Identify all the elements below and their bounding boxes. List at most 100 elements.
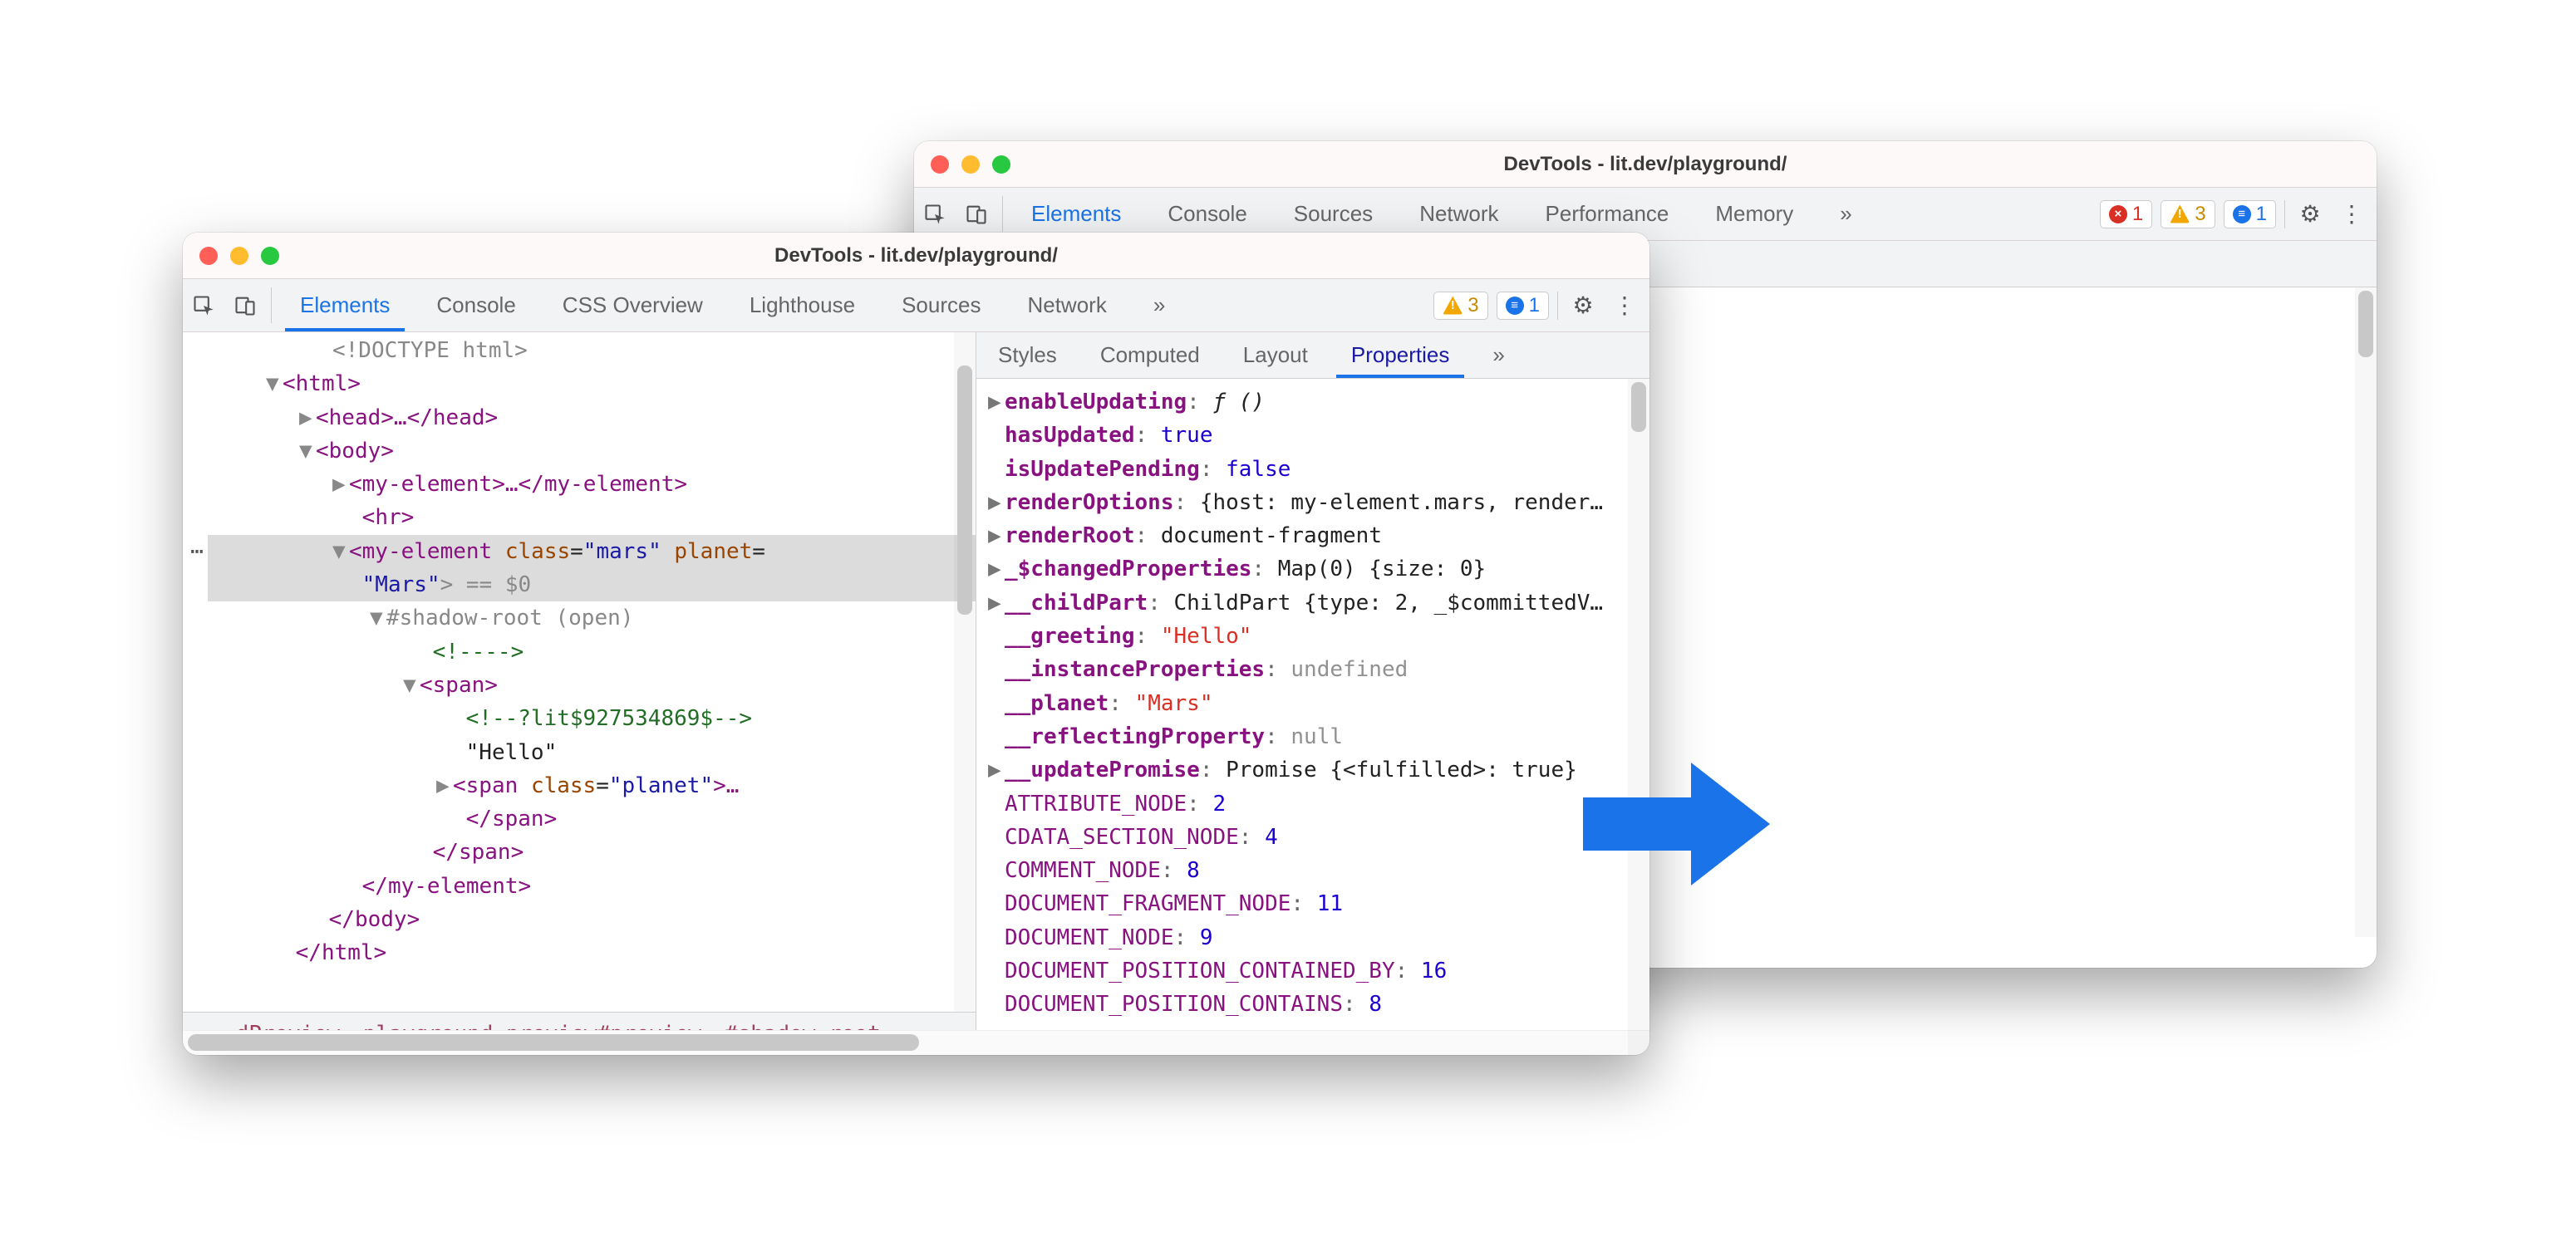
property-row[interactable]: __greeting: "Hello" — [981, 620, 1644, 653]
expand-icon[interactable]: ▶ — [988, 552, 1001, 586]
property-value: 16 — [1421, 959, 1447, 984]
tab-lighthouse[interactable]: Lighthouse — [726, 279, 878, 331]
property-row[interactable]: hasUpdated: true — [981, 419, 1644, 452]
warning-icon: ! — [1443, 297, 1463, 315]
dom-node[interactable]: </span> — [208, 836, 976, 869]
zoom-icon[interactable] — [261, 247, 279, 265]
tabs-overflow-icon[interactable]: » — [1816, 188, 1875, 240]
close-icon[interactable] — [931, 155, 949, 174]
scrollbar-vertical[interactable] — [954, 332, 976, 1012]
subtab-computed[interactable]: Computed — [1079, 332, 1222, 378]
property-value: 11 — [1317, 891, 1343, 916]
property-key: enableUpdating — [1005, 390, 1187, 415]
dom-node[interactable]: ▼<html> — [208, 367, 976, 400]
dom-tree[interactable]: <!DOCTYPE html> ▼<html> ▶<head>…</head> … — [183, 332, 976, 1012]
dom-node[interactable]: <!----> — [208, 635, 976, 669]
dom-node[interactable]: </span> — [208, 802, 976, 836]
dom-node[interactable]: <hr> — [208, 501, 976, 534]
property-key: renderOptions — [1005, 490, 1174, 515]
subtab-layout[interactable]: Layout — [1222, 332, 1330, 378]
close-icon[interactable] — [199, 247, 218, 265]
error-badge[interactable]: ×1 — [2100, 200, 2152, 228]
expand-icon[interactable]: ▶ — [988, 486, 1001, 519]
property-row[interactable]: ATTRIBUTE_NODE: 2 — [981, 787, 1644, 821]
property-row[interactable]: DOCUMENT_FRAGMENT_NODE: 11 — [981, 887, 1644, 920]
message-badge[interactable]: ≡1 — [1497, 292, 1549, 320]
dom-node[interactable]: ▶<span class="planet">… — [208, 769, 976, 802]
dom-node[interactable]: <!DOCTYPE html> — [208, 334, 976, 367]
property-row[interactable]: __reflectingProperty: null — [981, 720, 1644, 753]
tab-elements[interactable]: Elements — [277, 279, 413, 331]
property-key: isUpdatePending — [1005, 457, 1200, 482]
warning-badge[interactable]: !3 — [2161, 200, 2215, 228]
device-toggle-icon[interactable] — [224, 279, 266, 331]
dom-node[interactable]: <!--?lit$927534869$--> — [208, 702, 976, 735]
window-title: DevTools - lit.dev/playground/ — [914, 153, 2377, 176]
kebab-menu-icon[interactable]: ⋮ — [2335, 200, 2368, 228]
expand-icon[interactable]: ▶ — [988, 753, 1001, 787]
expand-icon[interactable]: ▶ — [988, 519, 1001, 552]
ellipsis-icon[interactable]: ⋯ — [188, 535, 206, 568]
property-key: __updatePromise — [1005, 758, 1200, 782]
property-value: "Mars" — [1135, 691, 1213, 716]
property-row[interactable]: __planet: "Mars" — [981, 687, 1644, 720]
message-badge[interactable]: ≡1 — [2224, 200, 2276, 228]
dom-node-selected[interactable]: ⋯▼<my-element class="mars" planet= — [208, 535, 976, 568]
property-row[interactable]: ▶__childPart: ChildPart {type: 2, _$comm… — [981, 586, 1644, 620]
property-value: 8 — [1369, 992, 1382, 1017]
dom-node[interactable]: ▶<my-element>…</my-element> — [208, 468, 976, 501]
scrollbar-vertical[interactable] — [2355, 287, 2377, 937]
inspect-icon[interactable] — [183, 279, 224, 331]
scrollbar-horizontal[interactable] — [183, 1030, 976, 1055]
settings-icon[interactable]: ⚙ — [1566, 292, 1600, 319]
dom-node[interactable]: </html> — [208, 936, 976, 969]
property-row[interactable]: COMMENT_NODE: 8 — [981, 854, 1644, 887]
properties-list[interactable]: ▶enableUpdating: ƒ ()hasUpdated: trueisU… — [976, 379, 1649, 1055]
dom-node[interactable]: ▶<head>…</head> — [208, 401, 976, 434]
tabs-overflow-icon[interactable]: » — [1130, 279, 1188, 331]
property-row[interactable]: DOCUMENT_POSITION_CONTAINED_BY: 16 — [981, 954, 1644, 988]
warning-badge[interactable]: !3 — [1433, 292, 1487, 320]
kebab-menu-icon[interactable]: ⋮ — [1608, 292, 1641, 319]
dom-node[interactable]: ▼<span> — [208, 669, 976, 702]
scrollbar-vertical[interactable] — [1628, 379, 1649, 1055]
property-key: __planet — [1005, 691, 1109, 716]
minimize-icon[interactable] — [230, 247, 248, 265]
property-row[interactable]: ▶enableUpdating: ƒ () — [981, 385, 1644, 419]
expand-icon[interactable]: ▶ — [988, 385, 1001, 419]
expand-icon[interactable]: ▶ — [988, 586, 1001, 620]
tab-console[interactable]: Console — [413, 279, 538, 331]
property-value: 8 — [1187, 858, 1200, 883]
message-count: 1 — [2256, 203, 2267, 226]
property-row[interactable]: ▶renderRoot: document-fragment — [981, 519, 1644, 552]
subtab-styles[interactable]: Styles — [976, 332, 1079, 378]
dom-node[interactable]: </body> — [208, 903, 976, 936]
property-row[interactable]: __instanceProperties: undefined — [981, 653, 1644, 686]
property-row[interactable]: DOCUMENT_POSITION_CONTAINS: 8 — [981, 988, 1644, 1021]
property-value: Map(0) {size: 0} — [1278, 557, 1486, 581]
subtab-overflow-icon[interactable]: » — [1471, 332, 1526, 378]
property-row[interactable]: CDATA_SECTION_NODE: 4 — [981, 821, 1644, 854]
tab-network[interactable]: Network — [1004, 279, 1129, 331]
property-row[interactable]: DOCUMENT_NODE: 9 — [981, 921, 1644, 954]
zoom-icon[interactable] — [992, 155, 1010, 174]
dom-node-selected-line2[interactable]: "Mars"> == $0 — [208, 568, 976, 601]
dom-node[interactable]: ▼<body> — [208, 434, 976, 468]
dom-text-node[interactable]: "Hello" — [208, 736, 976, 769]
tab-memory[interactable]: Memory — [1692, 188, 1816, 240]
property-value: ChildPart {type: 2, _$committedV… — [1174, 591, 1604, 616]
subtab-properties[interactable]: Properties — [1330, 332, 1472, 378]
minimize-icon[interactable] — [961, 155, 980, 174]
titlebar: DevTools - lit.dev/playground/ — [914, 141, 2377, 188]
property-row[interactable]: isUpdatePending: false — [981, 453, 1644, 486]
tab-sources[interactable]: Sources — [878, 279, 1004, 331]
tab-css-overview[interactable]: CSS Overview — [539, 279, 726, 331]
dom-shadow-root[interactable]: ▼#shadow-root (open) — [208, 601, 976, 635]
property-row[interactable]: ▶_$changedProperties: Map(0) {size: 0} — [981, 552, 1644, 586]
property-row[interactable]: ▶__updatePromise: Promise {<fulfilled>: … — [981, 753, 1644, 787]
dom-node[interactable]: </my-element> — [208, 870, 976, 903]
settings-icon[interactable]: ⚙ — [2293, 200, 2327, 228]
warning-count: 3 — [2195, 203, 2205, 226]
property-key: DOCUMENT_FRAGMENT_NODE — [1005, 891, 1290, 916]
property-row[interactable]: ▶renderOptions: {host: my-element.mars, … — [981, 486, 1644, 519]
